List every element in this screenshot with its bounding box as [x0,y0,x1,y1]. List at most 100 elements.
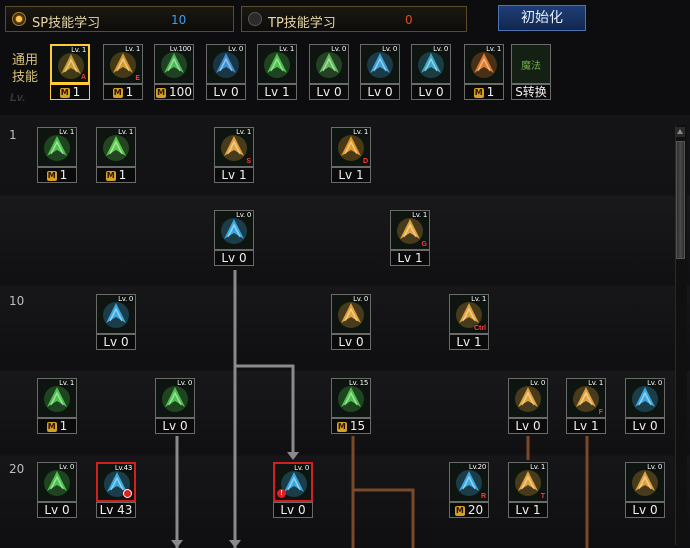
skill-slot[interactable]: Lv. 0 Lv 0 [411,44,451,100]
hotkey-label: A [80,74,86,81]
spear-skill-icon[interactable]: Lv. 1 T [508,462,548,502]
warning-icon: ! [277,489,286,498]
hotkey-label: G [421,241,427,248]
skill-slot[interactable]: Lv. 1 A M1 [50,44,90,100]
burst-skill-icon[interactable]: Lv. 1 G [390,210,430,250]
fist-skill-icon[interactable]: Lv. 1 Ctrl [449,294,489,334]
skill-slot[interactable]: 魔法 S转换 [511,44,551,100]
skill-slot[interactable]: Lv. 0 Lv 0 [508,378,548,434]
mastery-badge-icon: M [105,171,116,181]
skill-slot[interactable]: Lv. 0 Lv 0 [155,378,195,434]
orb-skill-icon[interactable]: Lv. 0 [360,44,400,84]
skill-level-value: Lv 1 [264,85,290,99]
skill-level-value: 1 [125,85,134,99]
cross-skill-icon[interactable]: Lv. 1 [37,127,77,167]
wings-skill-icon[interactable]: Lv. 0 [206,44,246,84]
tornado-skill-icon[interactable]: Lv.43 [96,462,136,502]
ring-skill-icon[interactable]: Lv. 0 [625,462,665,502]
cross-blue-skill-icon[interactable]: Lv. 0 [96,294,136,334]
shield-skill-icon[interactable]: Lv. 0 [155,378,195,418]
sp-radio-icon[interactable] [12,12,26,26]
skill-level-tag: Lv. 0 [647,463,662,471]
jump-skill-icon[interactable]: Lv. 1 F [566,378,606,418]
tab-sp-skill-learning[interactable]: SP技能学习 10 [5,6,234,32]
skill-level-tag: Lv. 1 [59,379,74,387]
mastery-badge-icon: M [46,422,57,432]
pillar-skill-icon[interactable]: Lv. 0 [508,378,548,418]
wind-skill-icon[interactable]: Lv. 0 [37,462,77,502]
skill-slot[interactable]: Lv. 1 E M1 [103,44,143,100]
skill-slot[interactable]: Lv. 1 M1 [464,44,504,100]
skill-level-display: M1 [464,84,504,100]
scrollbar-thumb[interactable] [676,141,685,259]
skill-level-display: Lv 1 [331,167,371,183]
leaf-skill-icon[interactable]: Lv. 1 [37,378,77,418]
strike-skill-icon[interactable]: Lv. 1 S [214,127,254,167]
kick-skill-icon[interactable]: Lv. 1 E [103,44,143,84]
claw-skill-icon[interactable]: Lv. 0 [331,294,371,334]
skill-level-tag: Lv. 1 [118,128,133,136]
skill-slot[interactable]: Lv. 1 D Lv 1 [331,127,371,183]
wave-skill-icon[interactable]: Lv. 0 [214,210,254,250]
skill-slot[interactable]: Lv. 1 T Lv 1 [508,462,548,518]
skill-slot[interactable]: Lv.43 Lv 43 [96,462,136,518]
skill-slot[interactable]: Lv. 0 Lv 0 [625,378,665,434]
target-skill-icon[interactable]: Lv. 1 [257,44,297,84]
skill-slot[interactable]: Lv. 0 Lv 0 [360,44,400,100]
skill-slot[interactable]: Lv. 1 G Lv 1 [390,210,430,266]
skill-slot[interactable]: Lv. 1 F Lv 1 [566,378,606,434]
skill-slot[interactable]: Lv. 1 M1 [37,127,77,183]
skill-level-display: Lv 1 [566,418,606,434]
tp-radio-icon[interactable] [248,12,262,26]
skill-level-value: Lv 0 [221,251,247,265]
swap-skill-icon[interactable]: 魔法 [511,44,551,84]
mask-skill-icon[interactable]: Lv. 0 [625,378,665,418]
skill-level-tag: Lv. 0 [177,379,192,387]
skill-level-display: Lv 0 [360,84,400,100]
skill-slot[interactable]: Lv. 0 Lv 0 [331,294,371,350]
skill-level-tag: Lv.43 [114,464,132,472]
scroll-up-arrow-icon[interactable] [676,127,685,137]
skill-level-tag: Lv.20 [468,463,486,471]
skill-level-value: Lv 1 [397,251,423,265]
note-skill-icon[interactable]: Lv. 0! [273,462,313,502]
skill-level-display: M1 [103,84,143,100]
skill-level-value: Lv 0 [162,419,188,433]
cross-skill-icon[interactable]: Lv. 1 [96,127,136,167]
reset-button[interactable]: 初始化 [498,5,586,31]
skill-level-tag: Lv. 1 [471,295,486,303]
skill-slot[interactable]: Lv. 1 Ctrl Lv 1 [449,294,489,350]
skill-slot[interactable]: Lv. 0 Lv 0 [37,462,77,518]
row-label-10: 10 [9,294,25,308]
skill-level-display: S转换 [511,84,551,100]
slash-skill-icon[interactable]: Lv. 1 D [331,127,371,167]
mastery-badge-icon: M [336,422,347,432]
tab-tp-skill-learning[interactable]: TP技能学习 0 [241,6,467,32]
swords-skill-icon[interactable]: Lv. 15 [331,378,371,418]
armor-skill-icon[interactable]: Lv. 0 [411,44,451,84]
skill-slot[interactable]: Lv. 0 Lv 0 [309,44,349,100]
skill-slot[interactable]: Lv.20 R M 20 [449,462,489,518]
explosion-skill-icon[interactable]: Lv. 1 [464,44,504,84]
skill-slot[interactable]: Lv. 0! Lv 0 [273,462,313,518]
skill-slot[interactable]: Lv. 15 M 15 [331,378,371,434]
skill-level-display: Lv 0 [214,250,254,266]
figure-skill-icon[interactable]: Lv. 0 [309,44,349,84]
clock-icon [123,489,132,498]
skill-slot[interactable]: Lv. 1 M1 [37,378,77,434]
shards-skill-icon[interactable]: Lv.20 R [449,462,489,502]
skill-slot[interactable]: Lv. 0 Lv 0 [214,210,254,266]
skill-slot[interactable]: Lv. 1 S Lv 1 [214,127,254,183]
mastery-badge-icon: M [46,171,57,181]
beam-skill-icon[interactable]: Lv.100 [154,44,194,84]
skill-slot[interactable]: Lv.100 M 100 [154,44,194,100]
skill-level-tag: Lv. 0 [353,295,368,303]
skill-slot[interactable]: Lv. 0 Lv 0 [625,462,665,518]
skill-slot[interactable]: Lv. 1 M1 [96,127,136,183]
skill-level-tag: Lv. 1 [412,211,427,219]
skill-slot[interactable]: Lv. 0 Lv 0 [206,44,246,100]
dash-skill-icon[interactable]: Lv. 1 A [50,44,90,84]
skill-level-value: Lv 1 [515,503,541,517]
skill-slot[interactable]: Lv. 0 Lv 0 [96,294,136,350]
skill-slot[interactable]: Lv. 1 Lv 1 [257,44,297,100]
